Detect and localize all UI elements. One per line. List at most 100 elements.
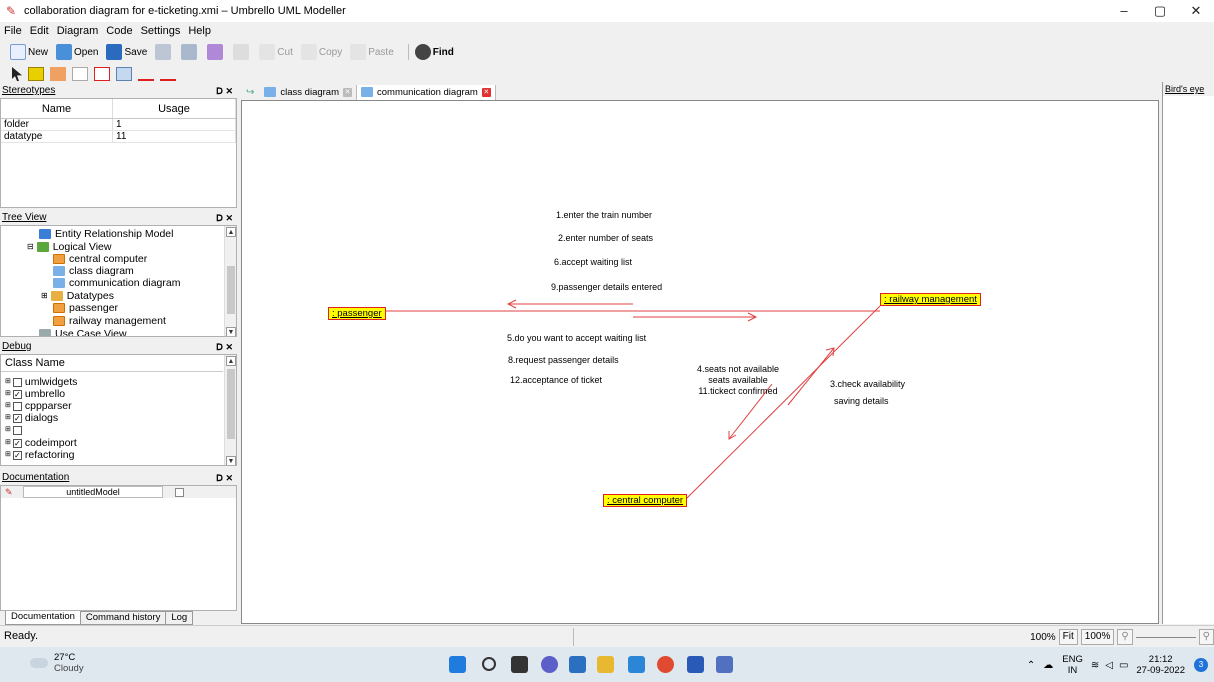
object-passenger[interactable]: : passenger bbox=[328, 307, 386, 320]
model-name-field[interactable]: untitledModel bbox=[23, 486, 163, 498]
menu-diagram[interactable]: Diagram bbox=[57, 25, 99, 37]
tab-documentation[interactable]: Documentation bbox=[5, 611, 81, 625]
debug-scrollbar[interactable]: ▲ ▼ bbox=[224, 355, 236, 465]
volume-icon[interactable]: ◁ bbox=[1105, 660, 1113, 671]
menu-edit[interactable]: Edit bbox=[30, 25, 49, 37]
column-usage[interactable]: Usage bbox=[113, 99, 236, 118]
debug-item-empty[interactable]: ⊞ bbox=[5, 424, 25, 436]
note-tool-icon[interactable] bbox=[72, 67, 88, 81]
snipping-icon[interactable] bbox=[716, 656, 733, 673]
text-tool-icon[interactable] bbox=[116, 67, 132, 81]
maximize-button[interactable]: ▢ bbox=[1142, 0, 1178, 22]
checkbox[interactable] bbox=[12, 425, 22, 435]
checkbox-checked[interactable]: ✓ bbox=[12, 450, 22, 460]
chevron-up-icon[interactable]: ⌃ bbox=[1027, 660, 1035, 671]
dock-float-close-icon[interactable]: ᗞ ✕ bbox=[216, 340, 233, 354]
expand-icon[interactable]: ⊞ bbox=[41, 290, 48, 302]
zoom-slider[interactable] bbox=[1135, 636, 1196, 638]
battery-icon[interactable]: ▭ bbox=[1119, 660, 1128, 671]
expand-icon[interactable]: ⊞ bbox=[5, 449, 11, 461]
zoom-fit-button[interactable]: Fit bbox=[1058, 629, 1078, 645]
new-tab-icon[interactable]: ↪ bbox=[246, 87, 254, 98]
scroll-down-icon[interactable]: ▼ bbox=[226, 456, 236, 465]
new-button[interactable]: New bbox=[10, 44, 48, 60]
save-button[interactable]: Save bbox=[106, 44, 147, 60]
column-name[interactable]: Name bbox=[1, 99, 113, 118]
clock[interactable]: 21:12 27-09-2022 bbox=[1136, 654, 1185, 676]
tree-item-er-model[interactable]: Entity Relationship Model bbox=[39, 228, 173, 240]
message-label[interactable]: 4.seats not available seats available 11… bbox=[685, 364, 791, 397]
search-icon[interactable] bbox=[482, 657, 496, 671]
expand-icon[interactable]: ⊞ bbox=[5, 376, 11, 388]
box-tool-icon[interactable] bbox=[94, 67, 110, 81]
checkbox-checked[interactable]: ✓ bbox=[12, 389, 22, 399]
tree-scrollbar[interactable]: ▲ ▼ bbox=[224, 226, 236, 336]
table-row[interactable]: datatype 11 bbox=[1, 131, 236, 143]
debug-item-umlwidgets[interactable]: ⊞ umlwidgets bbox=[5, 376, 77, 388]
tab-class-diagram[interactable]: class diagram ✕ bbox=[260, 84, 357, 100]
tab-log[interactable]: Log bbox=[165, 611, 194, 625]
expand-icon[interactable]: ⊞ bbox=[5, 424, 11, 436]
message-async-icon[interactable] bbox=[160, 67, 176, 81]
checkbox[interactable] bbox=[12, 401, 22, 411]
message-label[interactable]: 1.enter the train number bbox=[556, 210, 652, 221]
message-label[interactable]: 2.enter number of seats bbox=[558, 233, 653, 244]
paste-button[interactable]: Paste bbox=[350, 44, 394, 60]
tree-item-logical-view[interactable]: ⊟ Logical View bbox=[27, 241, 111, 253]
print-preview-button[interactable] bbox=[181, 44, 199, 60]
weather-widget[interactable]: 27°C Cloudy bbox=[30, 652, 84, 674]
checkbox[interactable] bbox=[12, 377, 22, 387]
object-railway-management[interactable]: : railway management bbox=[880, 293, 981, 306]
close-tab-icon[interactable]: ✕ bbox=[343, 87, 352, 97]
zoom-100-button[interactable]: 100% bbox=[1080, 629, 1115, 645]
debug-item-dialogs[interactable]: ⊞ ✓ dialogs bbox=[5, 412, 58, 424]
open-button[interactable]: Open bbox=[56, 44, 98, 60]
class-tool-icon[interactable] bbox=[50, 67, 66, 81]
message-label[interactable]: 9.passenger details entered bbox=[551, 282, 662, 293]
file-explorer-icon[interactable] bbox=[597, 656, 614, 673]
message-label[interactable]: 8.request passenger details bbox=[508, 355, 619, 366]
chrome-icon[interactable] bbox=[657, 656, 674, 673]
dock-float-close-icon[interactable]: ᗞ ✕ bbox=[216, 211, 233, 225]
expand-icon[interactable]: ⊞ bbox=[5, 400, 11, 412]
message-label[interactable]: 5.do you want to accept waiting list bbox=[507, 333, 646, 344]
tree-item-central-computer[interactable]: central computer bbox=[53, 253, 147, 265]
close-tab-icon[interactable]: ✕ bbox=[481, 87, 491, 97]
tree-item-class-diagram[interactable]: class diagram bbox=[53, 265, 134, 277]
undo-button[interactable] bbox=[207, 44, 225, 60]
checkbox-checked[interactable]: ✓ bbox=[12, 438, 22, 448]
model-checkbox[interactable] bbox=[175, 487, 184, 497]
debug-item-refactoring[interactable]: ⊞ ✓ refactoring bbox=[5, 449, 74, 461]
word-icon[interactable] bbox=[687, 656, 704, 673]
zoom-in-icon[interactable]: ⚲ bbox=[1198, 629, 1214, 645]
menu-settings[interactable]: Settings bbox=[141, 25, 181, 37]
task-view-icon[interactable] bbox=[511, 656, 528, 673]
photos-icon[interactable] bbox=[569, 656, 586, 673]
collapse-icon[interactable]: ⊟ bbox=[27, 241, 34, 253]
language-indicator[interactable]: ENG IN bbox=[1062, 654, 1083, 676]
copy-button[interactable]: Copy bbox=[300, 44, 342, 60]
menu-code[interactable]: Code bbox=[106, 25, 132, 37]
tree-item-communication-diagram[interactable]: communication diagram bbox=[53, 277, 180, 289]
debug-item-umbrello[interactable]: ⊞ ✓ umbrello bbox=[5, 388, 65, 400]
debug-item-cppparser[interactable]: ⊞ cppparser bbox=[5, 400, 72, 412]
onedrive-icon[interactable]: ☁ bbox=[1043, 660, 1053, 671]
wifi-icon[interactable]: ≋ bbox=[1091, 660, 1099, 671]
notification-badge[interactable]: 3 bbox=[1194, 658, 1208, 672]
object-tool-icon[interactable] bbox=[28, 67, 44, 81]
message-label[interactable]: 3.check availability bbox=[830, 379, 905, 390]
table-row[interactable]: folder 1 bbox=[1, 119, 236, 131]
tab-command-history[interactable]: Command history bbox=[79, 611, 167, 625]
select-arrow-icon[interactable] bbox=[12, 67, 22, 81]
checkbox-checked[interactable]: ✓ bbox=[12, 413, 22, 423]
zoom-out-icon[interactable]: ⚲ bbox=[1117, 629, 1133, 645]
menu-help[interactable]: Help bbox=[188, 25, 211, 37]
umbrello-taskbar-icon[interactable] bbox=[628, 656, 645, 673]
expand-icon[interactable]: ⊞ bbox=[5, 412, 11, 424]
message-sync-icon[interactable] bbox=[138, 67, 154, 81]
close-button[interactable]: ✕ bbox=[1178, 0, 1214, 22]
chat-icon[interactable] bbox=[541, 656, 558, 673]
tree-item-datatypes[interactable]: ⊞ Datatypes bbox=[41, 290, 114, 302]
message-label[interactable]: 12.acceptance of ticket bbox=[510, 375, 602, 386]
debug-column-header[interactable]: Class Name bbox=[1, 355, 223, 372]
